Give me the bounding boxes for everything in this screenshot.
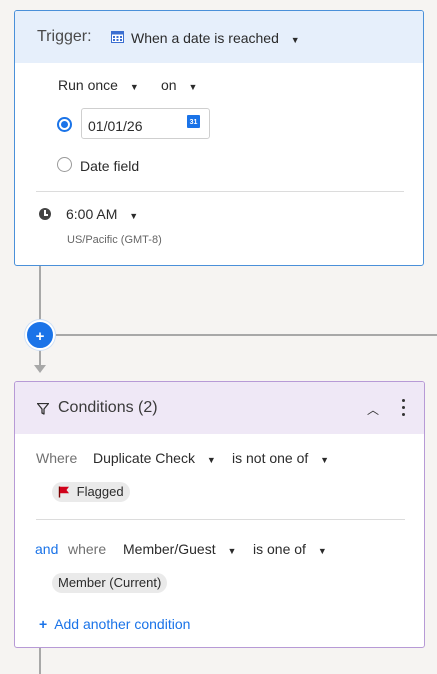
date-picker-icon[interactable]: 31 <box>187 115 200 128</box>
collapse-chevron-up-icon[interactable]: ︿ <box>367 401 379 418</box>
timezone-label: US/Pacific (GMT-8) <box>67 234 162 246</box>
time-select[interactable]: 6:00 AM ▼ <box>66 206 138 222</box>
trigger-divider <box>36 191 404 192</box>
date-field-label: Date field <box>80 158 140 174</box>
filter-icon <box>37 403 49 415</box>
frequency-label: Run once <box>58 77 118 93</box>
add-condition-label: Add another condition <box>54 616 191 632</box>
on-select[interactable]: on ▼ <box>161 77 197 93</box>
conditions-card: Conditions (2) ︿ Where Duplicate Check ▼… <box>14 381 425 648</box>
where-label: where <box>68 541 107 557</box>
condition-field-label: Member/Guest <box>123 541 216 557</box>
chip-label: Flagged <box>76 484 124 499</box>
plus-icon: + <box>39 616 48 632</box>
and-connector[interactable]: and <box>35 541 58 557</box>
trigger-type-select[interactable]: When a date is reached ▼ <box>131 30 300 46</box>
connector-line-mid <box>39 350 41 366</box>
connector-line-bottom <box>39 648 41 674</box>
chevron-down-icon: ▼ <box>188 82 198 92</box>
condition-field-select[interactable]: Member/Guest ▼ <box>123 541 236 557</box>
condition-field-label: Duplicate Check <box>93 450 195 466</box>
date-field-radio[interactable] <box>57 157 72 172</box>
where-label: Where <box>36 450 78 466</box>
chevron-down-icon: ▼ <box>129 211 139 221</box>
more-options-icon[interactable] <box>402 399 406 417</box>
chevron-down-icon: ▼ <box>290 35 300 45</box>
condition-operator-select[interactable]: is not one of ▼ <box>232 450 329 466</box>
date-input-value: 01/01/26 <box>88 118 143 134</box>
connector-branch-line <box>55 334 437 336</box>
value-chip[interactable]: Member (Current) <box>52 573 168 593</box>
conditions-title: Conditions (2) <box>58 399 158 416</box>
trigger-type-label: When a date is reached <box>131 30 279 46</box>
on-label: on <box>161 77 177 93</box>
condition-operator-label: is one of <box>253 541 306 557</box>
chevron-down-icon: ▼ <box>206 455 216 465</box>
chevron-down-icon: ▼ <box>129 82 139 92</box>
clock-icon <box>39 208 51 220</box>
chevron-down-icon: ▼ <box>317 546 327 556</box>
value-chip[interactable]: Flagged <box>52 482 130 502</box>
connector-line-top <box>39 266 41 320</box>
condition-operator-select[interactable]: is one of ▼ <box>253 541 327 557</box>
add-condition-button[interactable]: + Add another condition <box>39 616 190 632</box>
flag-icon <box>58 486 69 498</box>
arrow-down-icon <box>34 365 46 373</box>
specific-date-radio[interactable] <box>57 117 72 132</box>
chevron-down-icon: ▼ <box>227 546 237 556</box>
condition-field-select[interactable]: Duplicate Check ▼ <box>93 450 216 466</box>
chevron-down-icon: ▼ <box>320 455 330 465</box>
calendar-icon <box>111 31 124 43</box>
trigger-label: Trigger: <box>37 28 92 45</box>
trigger-card: Trigger: When a date is reached ▼ Run on… <box>14 10 424 266</box>
frequency-select[interactable]: Run once ▼ <box>58 77 139 93</box>
add-step-button[interactable]: + <box>25 320 55 350</box>
chip-label: Member (Current) <box>58 575 162 590</box>
time-label: 6:00 AM <box>66 206 118 222</box>
condition-divider <box>36 519 405 520</box>
condition-operator-label: is not one of <box>232 450 309 466</box>
date-picker-day: 31 <box>189 119 198 126</box>
